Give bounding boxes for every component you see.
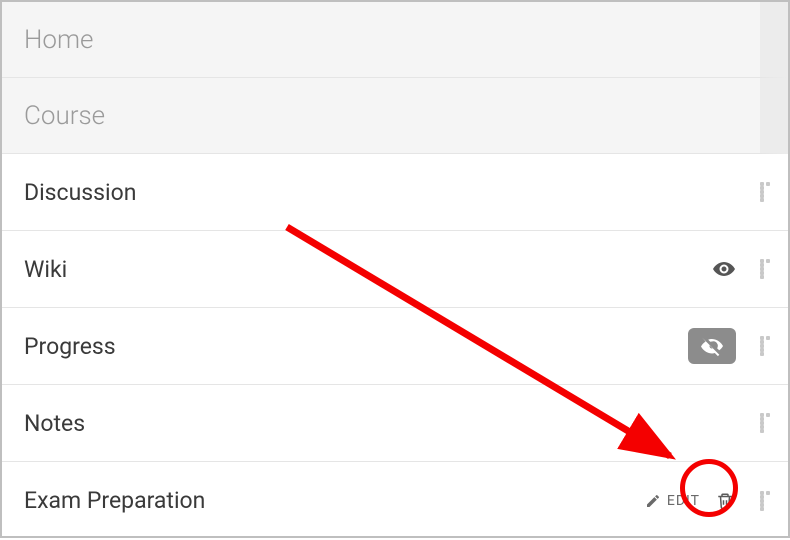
drag-handle-icon[interactable]: [760, 336, 770, 356]
nav-list-scroll[interactable]: Home Course Discussion Wiki: [2, 2, 788, 536]
drag-handle-icon[interactable]: [760, 491, 770, 511]
nav-item-label: Home: [24, 25, 742, 55]
nav-item-home[interactable]: Home: [2, 2, 788, 78]
delete-button[interactable]: [714, 490, 736, 512]
nav-item-exam-preparation[interactable]: Exam Preparation EDIT: [2, 462, 788, 536]
drag-handle-icon[interactable]: [760, 182, 770, 202]
nav-item-label: Notes: [24, 410, 750, 437]
nav-item-label: Progress: [24, 333, 688, 360]
row-controls: [750, 413, 770, 433]
visibility-hidden-button[interactable]: [688, 328, 736, 364]
nav-item-label: Course: [24, 101, 742, 131]
drag-handle-icon[interactable]: [760, 413, 770, 433]
row-controls: [750, 182, 770, 202]
pencil-icon: [645, 493, 661, 509]
nav-editor-panel: Home Course Discussion Wiki: [0, 0, 790, 538]
nav-item-notes[interactable]: Notes: [2, 385, 788, 462]
nav-item-label: Exam Preparation: [24, 487, 645, 514]
row-controls: [688, 328, 770, 364]
row-controls: [712, 257, 770, 281]
nav-item-course[interactable]: Course: [2, 78, 788, 154]
nav-item-wiki[interactable]: Wiki: [2, 231, 788, 308]
edit-button[interactable]: EDIT: [645, 493, 700, 509]
nav-item-label: Discussion: [24, 179, 750, 206]
edit-label: EDIT: [667, 493, 700, 509]
nav-item-label: Wiki: [24, 256, 712, 283]
nav-list: Home Course Discussion Wiki: [2, 2, 788, 536]
visibility-visible-icon[interactable]: [712, 257, 736, 281]
nav-item-discussion[interactable]: Discussion: [2, 154, 788, 231]
row-controls: EDIT: [645, 490, 770, 512]
nav-item-progress[interactable]: Progress: [2, 308, 788, 385]
drag-handle-icon[interactable]: [760, 259, 770, 279]
trash-icon: [716, 492, 734, 510]
